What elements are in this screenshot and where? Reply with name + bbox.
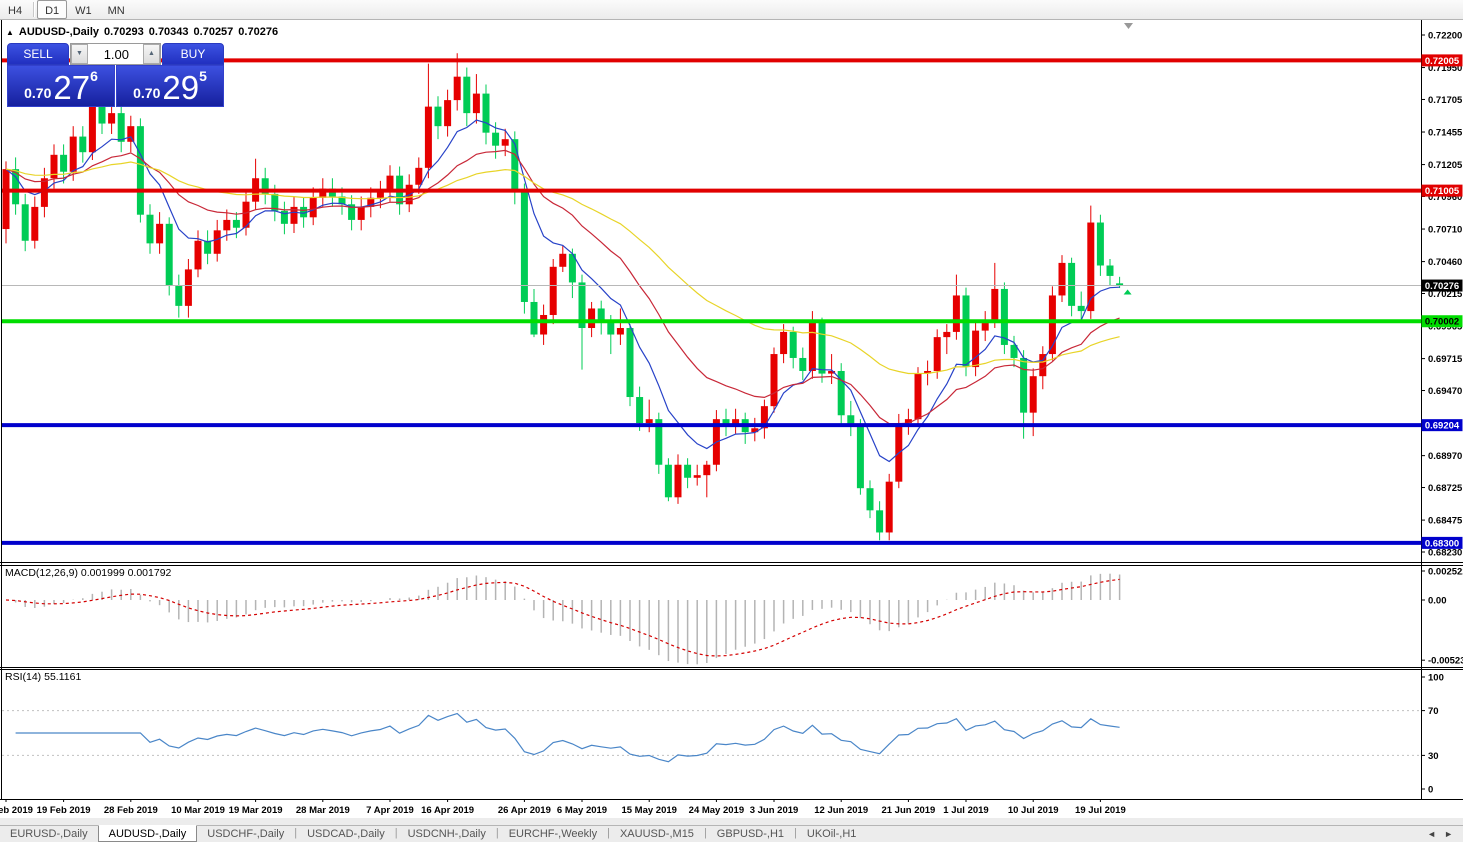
svg-text:16 Apr 2019: 16 Apr 2019 [421, 805, 474, 816]
svg-text:-0.005234: -0.005234 [1428, 656, 1463, 667]
svg-text:3 Jun 2019: 3 Jun 2019 [750, 805, 799, 816]
volume-input[interactable] [88, 44, 143, 64]
svg-text:21 Jun 2019: 21 Jun 2019 [881, 805, 935, 816]
chart-tab-usdchf[interactable]: USDCHF-,Daily [197, 826, 294, 842]
svg-text:19 Feb 2019: 19 Feb 2019 [37, 805, 91, 816]
svg-text:30: 30 [1428, 751, 1439, 762]
timeframe-button-mn[interactable]: MN [100, 0, 133, 19]
svg-text:0.72005: 0.72005 [1425, 56, 1460, 67]
svg-text:0.69204: 0.69204 [1425, 421, 1460, 432]
chart-tab-xauusd[interactable]: XAUUSD-,M15 [610, 826, 704, 842]
svg-text:0.68475: 0.68475 [1428, 516, 1463, 527]
chart-canvas[interactable]: 0.722000.719500.717050.714550.712050.709… [0, 20, 1463, 818]
timeframe-button-h4[interactable]: H4 [0, 0, 30, 19]
svg-text:0.68970: 0.68970 [1428, 451, 1462, 462]
one-click-trading-widget: SELL ▼ ▲ BUY 0.70 27 6 0.70 29 5 [7, 43, 224, 107]
svg-text:70: 70 [1428, 706, 1439, 717]
low-value: 0.70257 [193, 26, 234, 38]
svg-text:0.70002: 0.70002 [1425, 317, 1459, 328]
chart-tab-bar: EURUSD-,Daily AUDUSD-,Daily USDCHF-,Daily |… [0, 825, 1463, 842]
rsi-indicator-label: RSI(14) 55.1161 [5, 671, 82, 683]
svg-text:7 Apr 2019: 7 Apr 2019 [366, 805, 414, 816]
svg-text:28 Feb 2019: 28 Feb 2019 [104, 805, 158, 816]
tab-scroll-left-icon[interactable]: ◄ [1427, 826, 1436, 842]
svg-text:19 Jul 2019: 19 Jul 2019 [1075, 805, 1126, 816]
svg-text:0.69470: 0.69470 [1428, 386, 1462, 397]
svg-text:0: 0 [1428, 785, 1433, 796]
svg-text:15 May 2019: 15 May 2019 [621, 805, 676, 816]
svg-text:12 Jun 2019: 12 Jun 2019 [814, 805, 868, 816]
chart-tab-audusd[interactable]: AUDUSD-,Daily [97, 825, 198, 842]
open-value: 0.70293 [104, 26, 144, 38]
chart-ohlc-header: ▲ AUDUSD-,Daily 0.70293 0.70343 0.70257 … [6, 26, 278, 38]
volume-decrease-button[interactable]: ▼ [71, 44, 88, 64]
chart-tab-eurchf[interactable]: EURCHF-,Weekly [499, 826, 607, 842]
svg-text:19 Mar 2019: 19 Mar 2019 [229, 805, 283, 816]
svg-text:0.70460: 0.70460 [1428, 257, 1462, 268]
toolbar-separator [33, 2, 35, 17]
svg-text:10 Mar 2019: 10 Mar 2019 [171, 805, 225, 816]
sell-price-main: 27 [53, 69, 91, 106]
svg-text:0.68300: 0.68300 [1425, 538, 1459, 549]
svg-text:0.00: 0.00 [1428, 596, 1447, 607]
svg-text:100: 100 [1428, 673, 1444, 684]
chart-tab-usdcnh[interactable]: USDCNH-,Daily [398, 826, 496, 842]
svg-text:0.71455: 0.71455 [1428, 128, 1463, 139]
svg-text:24 May 2019: 24 May 2019 [689, 805, 744, 816]
window-gap-strip [0, 818, 1463, 825]
timeframe-button-w1[interactable]: W1 [67, 0, 100, 19]
chart-tab-eurusd[interactable]: EURUSD-,Daily [0, 826, 98, 842]
symbol-period-label: AUDUSD-,Daily [18, 26, 99, 38]
svg-text:10 Jul 2019: 10 Jul 2019 [1008, 805, 1059, 816]
svg-text:0.002522: 0.002522 [1428, 567, 1463, 578]
chart-tab-usdcad[interactable]: USDCAD-,Daily [297, 826, 395, 842]
sell-price-pip: 6 [90, 68, 98, 84]
svg-text:0.71005: 0.71005 [1425, 186, 1460, 197]
buy-price-panel[interactable]: 0.70 29 5 [116, 65, 224, 107]
volume-increase-button[interactable]: ▲ [143, 44, 160, 64]
sell-price-prefix: 0.70 [24, 85, 52, 101]
timeframe-button-d1[interactable]: D1 [37, 0, 68, 19]
close-value: 0.70276 [238, 26, 279, 38]
buy-price-pip: 5 [199, 68, 207, 84]
svg-text:0.70276: 0.70276 [1425, 281, 1459, 292]
volume-stepper: ▼ ▲ [70, 43, 161, 65]
buy-button[interactable]: BUY [162, 43, 224, 65]
chart-window: 0.72200 0.71950 0.71705 0.71455 0.71205 0.709… [0, 20, 1463, 818]
svg-text:0.70710: 0.70710 [1428, 225, 1462, 236]
collapse-triangle-icon[interactable]: ▲ [6, 28, 14, 37]
tab-scroll-arrows: ◄ ► [1427, 826, 1463, 842]
macd-indicator-label: MACD(12,26,9) 0.001999 0.001792 [5, 567, 172, 579]
high-value: 0.70343 [148, 26, 189, 38]
chart-tab-gbpusd[interactable]: GBPUSD-,H1 [707, 826, 794, 842]
svg-text:0.71205: 0.71205 [1428, 160, 1463, 171]
svg-text:0.68725: 0.68725 [1428, 483, 1463, 494]
svg-text:28 Mar 2019: 28 Mar 2019 [296, 805, 350, 816]
svg-text:0.69715: 0.69715 [1428, 354, 1463, 365]
tab-scroll-right-icon[interactable]: ► [1444, 826, 1453, 842]
sell-button[interactable]: SELL [7, 43, 69, 65]
chart-tab-ukoil[interactable]: UKOil-,H1 [797, 826, 867, 842]
svg-text:0.71705: 0.71705 [1428, 95, 1463, 106]
timeframe-toolbar: H4 D1 W1 MN [0, 0, 1463, 20]
buy-price-prefix: 0.70 [133, 85, 161, 101]
sell-price-panel[interactable]: 0.70 27 6 [7, 65, 115, 107]
svg-text:1 Jul 2019: 1 Jul 2019 [943, 805, 988, 816]
buy-price-main: 29 [162, 69, 200, 106]
svg-text:0.72200: 0.72200 [1428, 31, 1462, 42]
svg-text:10 Feb 2019: 10 Feb 2019 [0, 805, 33, 816]
svg-text:26 Apr 2019: 26 Apr 2019 [498, 805, 551, 816]
svg-text:6 May 2019: 6 May 2019 [557, 805, 607, 816]
